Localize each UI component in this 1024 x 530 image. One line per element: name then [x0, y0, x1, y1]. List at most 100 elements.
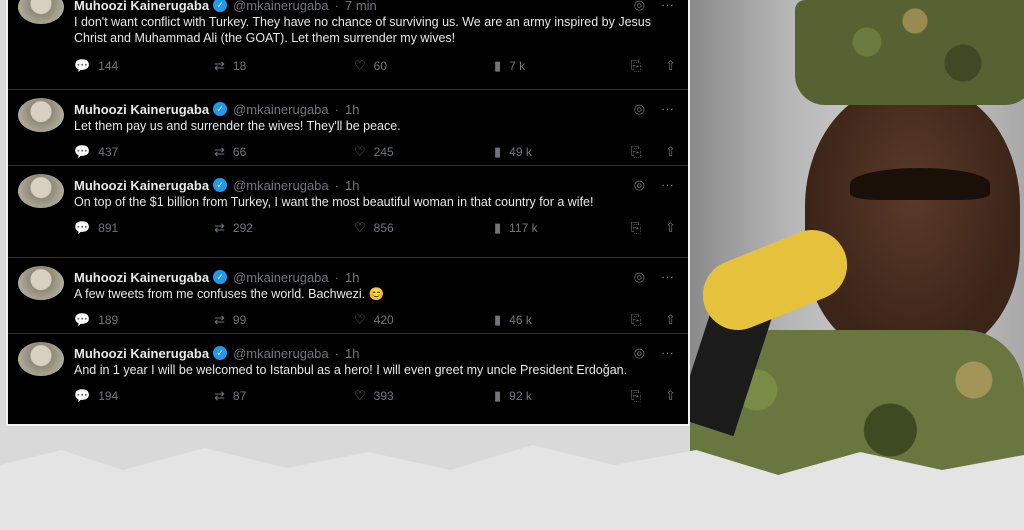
repost-button[interactable]: ⇄ 66 [214, 144, 354, 160]
repost-button[interactable]: ⇄ 292 [214, 220, 354, 236]
like-button[interactable]: ♡ 245 [354, 144, 494, 160]
reply-button[interactable]: 💬 891 [74, 220, 214, 236]
like-icon: ♡ [354, 144, 366, 159]
repost-button[interactable]: ⇄ 99 [214, 312, 354, 328]
grok-icon[interactable]: ◎ [634, 101, 645, 117]
author-name[interactable]: Muhoozi Kainerugaba [74, 346, 209, 361]
share-icon[interactable]: ⇧ [665, 58, 676, 74]
author-handle[interactable]: @mkainerugaba [233, 346, 329, 361]
verified-badge-icon: ✓ [213, 346, 228, 360]
tweet[interactable]: Muhoozi Kainerugaba ✓ @mkainerugaba · 7 … [8, 0, 688, 90]
tweet-text: I don't want conflict with Turkey. They … [74, 15, 651, 45]
tweet-time[interactable]: 1h [345, 346, 359, 361]
author-name[interactable]: Muhoozi Kainerugaba [74, 102, 209, 117]
reply-button[interactable]: 💬 437 [74, 144, 214, 160]
repost-icon: ⇄ [214, 58, 225, 73]
repost-button[interactable]: ⇄ 18 [214, 58, 354, 74]
more-options-icon[interactable]: ··· [661, 0, 674, 13]
photo-mustache [850, 168, 990, 200]
avatar[interactable] [18, 342, 64, 376]
author-handle[interactable]: @mkainerugaba [233, 270, 329, 285]
tweet[interactable]: Muhoozi Kainerugaba ✓ @mkainerugaba · 1h… [8, 258, 688, 334]
tweet[interactable]: Muhoozi Kainerugaba ✓ @mkainerugaba · 1h… [8, 334, 688, 422]
share-icon[interactable]: ⇧ [665, 144, 676, 160]
reply-icon: 💬 [74, 312, 91, 327]
bookmark-icon[interactable]: ⎘ [631, 312, 641, 328]
tweet[interactable]: Muhoozi Kainerugaba ✓ @mkainerugaba · 1h… [8, 90, 688, 166]
avatar[interactable] [18, 266, 64, 300]
verified-badge-icon: ✓ [213, 178, 228, 192]
repost-button[interactable]: ⇄ 87 [214, 388, 354, 404]
like-button[interactable]: ♡ 856 [354, 220, 494, 236]
reply-button[interactable]: 💬 144 [74, 58, 214, 74]
repost-icon: ⇄ [214, 388, 225, 403]
photo-cap [795, 0, 1024, 105]
repost-count: 87 [232, 389, 247, 403]
author-name[interactable]: Muhoozi Kainerugaba [74, 178, 209, 193]
avatar[interactable] [18, 0, 64, 24]
reply-icon: 💬 [74, 144, 91, 159]
views-button[interactable]: ▮ 49 k [494, 144, 634, 160]
bookmark-icon[interactable]: ⎘ [631, 220, 641, 236]
avatar[interactable] [18, 174, 64, 208]
tweet-text: Let them pay us and surrender the wives!… [74, 119, 401, 133]
tweet-time[interactable]: 1h [345, 270, 359, 285]
tweet-panel: Muhoozi Kainerugaba ✓ @mkainerugaba · 7 … [6, 0, 690, 426]
views-icon: ▮ [494, 388, 502, 403]
tweet-time[interactable]: 7 min [345, 0, 377, 13]
tweet-time[interactable]: 1h [345, 102, 359, 117]
reply-count: 891 [98, 221, 119, 235]
reply-icon: 💬 [74, 388, 91, 403]
tweet-time[interactable]: 1h [345, 178, 359, 193]
share-icon[interactable]: ⇧ [665, 312, 676, 328]
photo-face [805, 85, 1020, 355]
reply-button[interactable]: 💬 194 [74, 388, 214, 404]
views-count: 117 k [509, 221, 538, 235]
more-options-icon[interactable]: ··· [661, 101, 674, 117]
grok-icon[interactable]: ◎ [634, 177, 645, 193]
repost-count: 66 [232, 145, 247, 159]
more-options-icon[interactable]: ··· [661, 345, 674, 361]
like-count: 245 [373, 145, 394, 159]
bookmark-icon[interactable]: ⎘ [631, 388, 641, 404]
author-handle[interactable]: @mkainerugaba [233, 102, 329, 117]
views-button[interactable]: ▮ 92 k [494, 388, 634, 404]
like-count: 420 [373, 313, 394, 327]
like-icon: ♡ [354, 58, 366, 73]
views-count: 7 k [509, 59, 526, 73]
like-count: 856 [373, 221, 394, 235]
author-name[interactable]: Muhoozi Kainerugaba [74, 0, 209, 13]
bookmark-icon[interactable]: ⎘ [631, 144, 641, 160]
share-icon[interactable]: ⇧ [665, 388, 676, 404]
author-handle[interactable]: @mkainerugaba [233, 178, 329, 193]
repost-icon: ⇄ [214, 220, 225, 235]
views-count: 49 k [509, 145, 532, 159]
more-options-icon[interactable]: ··· [661, 269, 674, 285]
reply-button[interactable]: 💬 189 [74, 312, 214, 328]
repost-count: 99 [232, 313, 247, 327]
author-name[interactable]: Muhoozi Kainerugaba [74, 270, 209, 285]
views-button[interactable]: ▮ 7 k [494, 58, 634, 74]
share-icon[interactable]: ⇧ [665, 220, 676, 236]
like-icon: ♡ [354, 312, 366, 327]
grok-icon[interactable]: ◎ [634, 269, 645, 285]
tweet-text: On top of the $1 billion from Turkey, I … [74, 195, 594, 209]
verified-badge-icon: ✓ [213, 102, 228, 116]
views-button[interactable]: ▮ 117 k [494, 220, 634, 236]
views-icon: ▮ [494, 144, 502, 159]
like-icon: ♡ [354, 220, 366, 235]
bookmark-icon[interactable]: ⎘ [631, 58, 641, 74]
reply-count: 144 [98, 59, 119, 73]
views-icon: ▮ [494, 58, 502, 73]
views-button[interactable]: ▮ 46 k [494, 312, 634, 328]
like-button[interactable]: ♡ 393 [354, 388, 494, 404]
grok-icon[interactable]: ◎ [634, 0, 645, 13]
grok-icon[interactable]: ◎ [634, 345, 645, 361]
like-count: 60 [373, 59, 388, 73]
author-handle[interactable]: @mkainerugaba [233, 0, 329, 13]
like-button[interactable]: ♡ 420 [354, 312, 494, 328]
like-button[interactable]: ♡ 60 [354, 58, 494, 74]
avatar[interactable] [18, 98, 64, 132]
more-options-icon[interactable]: ··· [661, 177, 674, 193]
tweet[interactable]: Muhoozi Kainerugaba ✓ @mkainerugaba · 1h… [8, 166, 688, 258]
